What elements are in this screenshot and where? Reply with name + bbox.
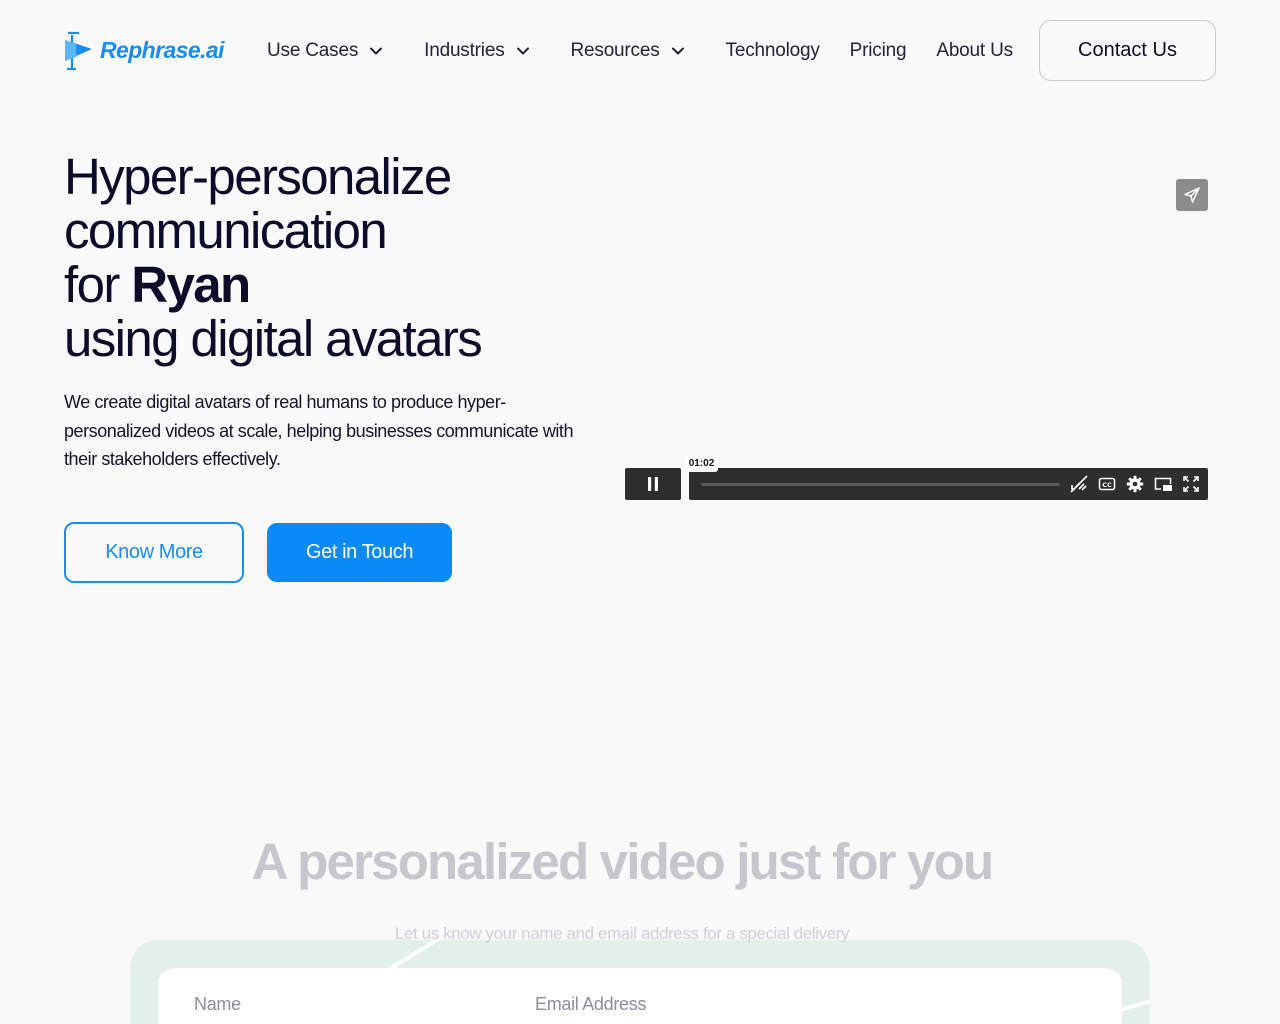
nav-industries[interactable]: Industries: [424, 40, 530, 62]
fullscreen-icon: [1183, 476, 1199, 492]
video-control-bar: CC: [689, 468, 1208, 500]
nav-resources-label: Resources: [570, 40, 660, 61]
nav-technology[interactable]: Technology: [726, 40, 820, 62]
section-title-regular: just for you: [736, 833, 994, 890]
volume-muted-icon: [1070, 475, 1088, 493]
picture-in-picture-icon: [1154, 477, 1172, 491]
personalized-section-title: A personalized video just for you: [0, 832, 1244, 892]
settings-icon: [1126, 475, 1144, 493]
captions-icon: CC: [1098, 477, 1116, 491]
hero-title-line-1: Hyper-personalize: [64, 148, 452, 205]
nav-about-us-label: About Us: [936, 40, 1013, 61]
nav-technology-label: Technology: [725, 40, 820, 61]
logo-link[interactable]: Rephrase.ai: [62, 29, 224, 71]
time-tooltip: 01:02: [685, 456, 718, 472]
progress-bar[interactable]: [701, 483, 1060, 486]
email-field[interactable]: Email Address: [535, 994, 646, 1015]
hero-title-line-4: using digital avatars: [64, 310, 483, 367]
main-nav: Use Cases Industries Resources Technolog…: [267, 38, 1013, 64]
know-more-button[interactable]: Know More: [64, 522, 244, 583]
hero-title-name: Ryan: [131, 256, 251, 313]
chevron-down-icon: [516, 47, 529, 55]
logo-icon: [65, 31, 92, 71]
personalized-section-subtitle: Let us know your name and email address …: [394, 924, 850, 943]
nav-industries-label: Industries: [424, 40, 505, 61]
nav-pricing[interactable]: Pricing: [850, 40, 907, 62]
section-title-bold: A personalized video: [251, 833, 726, 890]
nav-use-cases[interactable]: Use Cases: [267, 40, 384, 62]
hero-description: We create digital avatars of real humans…: [64, 392, 574, 469]
nav-use-cases-label: Use Cases: [267, 40, 359, 61]
nav-resources[interactable]: Resources: [571, 40, 686, 62]
name-field[interactable]: Name: [194, 994, 241, 1015]
chevron-down-icon: [370, 47, 383, 55]
hero-title-line-3: for Ryan: [64, 258, 604, 312]
settings-button[interactable]: [1125, 474, 1145, 494]
svg-text:CC: CC: [1102, 481, 1112, 489]
logo-text: Rephrase.ai: [100, 36, 224, 63]
chevron-down-icon: [671, 47, 684, 55]
fullscreen-button[interactable]: [1181, 474, 1201, 494]
share-button[interactable]: [1176, 179, 1208, 211]
nav-pricing-label: Pricing: [849, 40, 907, 61]
captions-button[interactable]: CC: [1097, 474, 1117, 494]
pip-button[interactable]: [1153, 474, 1173, 494]
mute-button[interactable]: [1069, 474, 1089, 494]
share-icon: [1184, 187, 1200, 203]
nav-about-us[interactable]: About Us: [936, 40, 1013, 62]
get-in-touch-button[interactable]: Get in Touch: [267, 523, 452, 582]
landing-page: Rephrase.ai Use Cases Industries Resourc…: [0, 0, 1280, 1024]
hero-title-line-2: communication: [64, 202, 388, 259]
pause-icon: [648, 477, 658, 491]
hero-title: Hyper-personalize communication for Ryan…: [64, 150, 604, 366]
contact-us-button[interactable]: Contact Us: [1039, 20, 1216, 81]
hero-title-for: for: [64, 256, 120, 313]
pause-button[interactable]: [625, 468, 681, 500]
